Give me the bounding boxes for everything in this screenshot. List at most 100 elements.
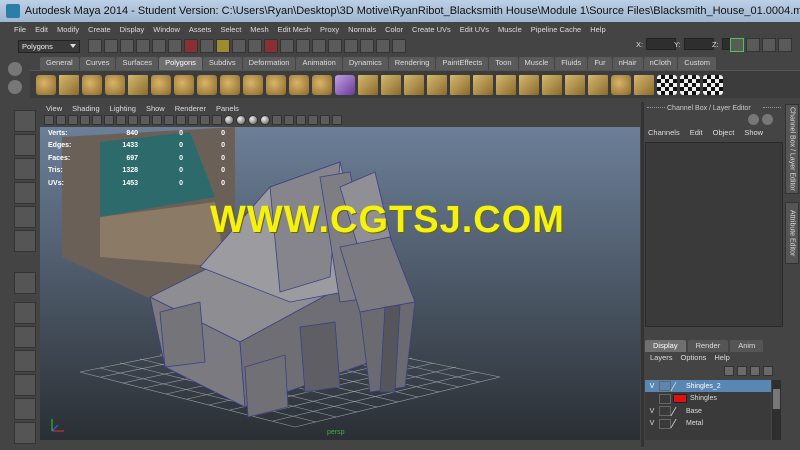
- lasso-tool-icon[interactable]: [14, 134, 36, 156]
- resolution-gate-icon[interactable]: [116, 115, 126, 125]
- render-settings-icon[interactable]: [392, 39, 406, 53]
- shelf-tab-animation[interactable]: Animation: [296, 57, 342, 70]
- poly-boolean-intersect-icon[interactable]: [404, 74, 424, 95]
- hypershade-layout-icon[interactable]: [14, 398, 36, 420]
- select-deformer-icon[interactable]: [264, 39, 278, 53]
- gate-mask-icon[interactable]: [128, 115, 138, 125]
- menu-create-uvs[interactable]: Create UVs: [412, 25, 451, 34]
- textured-icon[interactable]: [260, 115, 270, 125]
- select-curve-icon[interactable]: [232, 39, 246, 53]
- custom-layout-icon[interactable]: [14, 422, 36, 444]
- snap-plane-icon[interactable]: [328, 39, 342, 53]
- layer-list-scrollbar[interactable]: [772, 380, 781, 440]
- shelf-tab-dynamics[interactable]: Dynamics: [342, 57, 388, 70]
- select-joint-icon[interactable]: [216, 39, 230, 53]
- snap-point-icon[interactable]: [312, 39, 326, 53]
- shadows-icon[interactable]: [248, 115, 258, 125]
- menu-pipeline-cache[interactable]: Pipeline Cache: [531, 25, 581, 34]
- layer-type-toggle[interactable]: [659, 418, 671, 429]
- toggle-attribute-editor-icon[interactable]: [730, 38, 744, 52]
- panel-menu-shading[interactable]: Shading: [72, 104, 100, 113]
- menu-edit-uvs[interactable]: Edit UVs: [460, 25, 489, 34]
- checker-map-icon[interactable]: [657, 74, 677, 95]
- shelf-tab-ncloth[interactable]: nCloth: [643, 57, 678, 70]
- last-tool-icon[interactable]: [14, 272, 36, 294]
- field-chart-icon[interactable]: [140, 115, 150, 125]
- poly-separate-icon[interactable]: [312, 74, 332, 95]
- toggle-tool-settings-icon[interactable]: [746, 38, 760, 52]
- perspective-viewport[interactable]: Verts: 840 0 0 Edges: 1433 0 0 Faces: 697 0 0 Tris: 1…: [40, 127, 640, 440]
- poly-sculpt-icon[interactable]: [611, 74, 631, 95]
- shelf-tab-curves[interactable]: Curves: [79, 57, 116, 70]
- tab-attribute-editor[interactable]: Attribute Editor: [785, 202, 799, 264]
- layer-tab-display[interactable]: Display: [645, 340, 686, 352]
- menu-set-dropdown[interactable]: Polygons: [18, 39, 80, 53]
- menu-file[interactable]: File: [14, 25, 26, 34]
- layer-tab-render[interactable]: Render: [687, 340, 729, 352]
- shelf-tab-rendering[interactable]: Rendering: [388, 57, 436, 70]
- layer-tab-anim[interactable]: Anim: [730, 340, 764, 352]
- shelf-tab-fluids[interactable]: Fluids: [555, 57, 588, 70]
- menu-color[interactable]: Color: [385, 25, 403, 34]
- shelf-tab-toon[interactable]: Toon: [489, 57, 518, 70]
- camera-select-icon[interactable]: [44, 115, 54, 125]
- new-layer-from-selected-icon[interactable]: [763, 366, 773, 376]
- poly-cube-icon[interactable]: [59, 74, 79, 95]
- save-scene-icon[interactable]: [120, 39, 134, 53]
- anti-aliasing-icon[interactable]: [320, 115, 330, 125]
- poly-bridge-icon[interactable]: [473, 74, 493, 95]
- move-tool-icon[interactable]: [14, 182, 36, 204]
- new-empty-layer-icon[interactable]: [750, 366, 760, 376]
- layer-type-toggle[interactable]: [659, 393, 671, 404]
- menu-help[interactable]: Help: [590, 25, 605, 34]
- move-layer-up-icon[interactable]: [724, 366, 734, 376]
- shelf-tab-deformation[interactable]: Deformation: [242, 57, 296, 70]
- rotate-tool-icon[interactable]: [14, 206, 36, 228]
- persp-outliner-layout-icon[interactable]: [14, 350, 36, 372]
- select-handle-icon[interactable]: [200, 39, 214, 53]
- xray-icon[interactable]: [212, 115, 222, 125]
- grid-icon[interactable]: [92, 115, 102, 125]
- x-field[interactable]: [646, 38, 677, 50]
- poly-boolean-union-icon[interactable]: [358, 74, 378, 95]
- toggle-layer-editor-icon[interactable]: [778, 38, 792, 52]
- shelf-tab-general[interactable]: General: [40, 57, 79, 70]
- layer-color-swatch[interactable]: [670, 381, 686, 391]
- shelf-tab-painteffects[interactable]: PaintEffects: [436, 57, 489, 70]
- layer-visibility-toggle[interactable]: V: [645, 420, 659, 427]
- shelf-tab-muscle[interactable]: Muscle: [518, 57, 555, 70]
- bookmark-icon[interactable]: [68, 115, 78, 125]
- single-view-layout-icon[interactable]: [14, 302, 36, 324]
- layer-row[interactable]: Shingles: [645, 393, 771, 405]
- camera-attributes-icon[interactable]: [56, 115, 66, 125]
- poly-torus-icon[interactable]: [151, 74, 171, 95]
- shelf-tab-subdivs[interactable]: Subdivs: [202, 57, 242, 70]
- poly-cylinder-icon[interactable]: [82, 74, 102, 95]
- menu-edit-mesh[interactable]: Edit Mesh: [278, 25, 311, 34]
- texture-checker-icon[interactable]: [703, 74, 723, 95]
- channel-box-body[interactable]: [645, 142, 783, 327]
- layer-menu-options[interactable]: Options: [681, 353, 707, 364]
- select-by-type-icon[interactable]: [184, 39, 198, 53]
- menu-muscle[interactable]: Muscle: [498, 25, 522, 34]
- isolate-select-icon[interactable]: [272, 115, 282, 125]
- poly-combine-icon[interactable]: [289, 74, 309, 95]
- smooth-shade-icon[interactable]: [188, 115, 198, 125]
- shelf-options-gear-icon[interactable]: [8, 62, 22, 76]
- shelf-tab-custom[interactable]: Custom: [678, 57, 717, 70]
- menu-normals[interactable]: Normals: [348, 25, 376, 34]
- shelf-menu-icon[interactable]: [8, 80, 22, 94]
- move-layer-down-icon[interactable]: [737, 366, 747, 376]
- checker-uv-icon[interactable]: [680, 74, 700, 95]
- menu-window[interactable]: Window: [153, 25, 180, 34]
- poly-boolean-difference-icon[interactable]: [381, 74, 401, 95]
- poly-smooth-icon[interactable]: [335, 74, 355, 95]
- layer-row[interactable]: V Metal: [645, 418, 771, 430]
- menu-assets[interactable]: Assets: [189, 25, 212, 34]
- film-gate-icon[interactable]: [104, 115, 114, 125]
- shelf-tab-polygons[interactable]: Polygons: [159, 57, 202, 70]
- safe-action-icon[interactable]: [152, 115, 162, 125]
- menu-mesh[interactable]: Mesh: [250, 25, 268, 34]
- poly-prism-icon[interactable]: [174, 74, 194, 95]
- menu-display[interactable]: Display: [120, 25, 145, 34]
